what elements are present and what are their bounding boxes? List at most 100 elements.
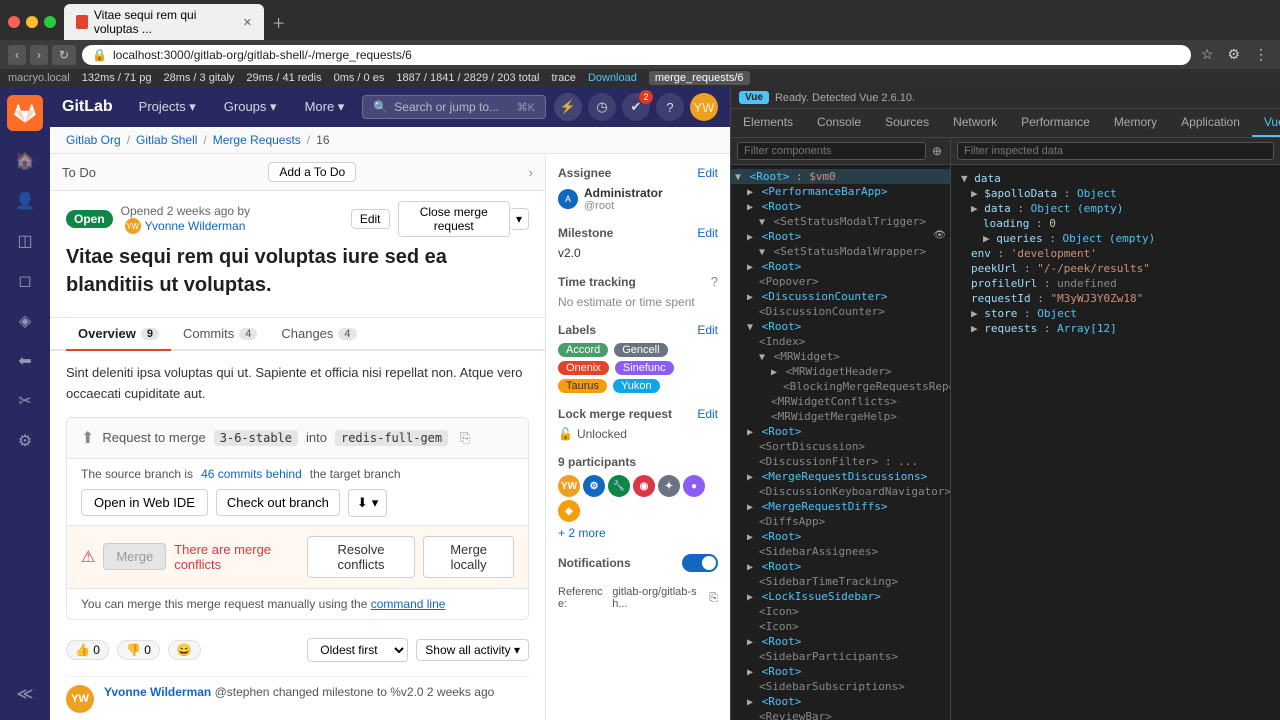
sidebar-nav-snippets[interactable]: ✂: [7, 383, 43, 419]
tree-node[interactable]: <MRWidgetMergeHelp>: [731, 409, 950, 424]
more-menu-btn[interactable]: More ▾: [295, 95, 355, 119]
devtools-tab-network[interactable]: Network: [941, 109, 1009, 137]
merge-btn[interactable]: Merge: [103, 543, 166, 570]
new-tab-btn[interactable]: ＋: [264, 9, 293, 36]
nav-help-icon[interactable]: ?: [656, 93, 684, 121]
tree-node[interactable]: ▼ <SetStatusModalWrapper>: [731, 244, 950, 259]
command-line-link[interactable]: command line: [371, 597, 446, 611]
tree-node[interactable]: ▶ <MRWidgetHeader>: [731, 364, 950, 379]
nav-todos-icon[interactable]: ✔ 2: [622, 93, 650, 121]
sidebar-nav-projects[interactable]: ◻: [7, 263, 43, 299]
tab-close-btn[interactable]: ✕: [243, 16, 252, 29]
breadcrumb-org[interactable]: Gitlab Org: [66, 133, 121, 147]
tree-node[interactable]: ▶ <Root>: [731, 634, 950, 649]
window-maximize[interactable]: [44, 16, 56, 28]
participant-avatar[interactable]: ⚙: [583, 475, 605, 497]
close-mr-dropdown-btn[interactable]: ▾: [510, 208, 529, 230]
breadcrumb-shell[interactable]: Gitlab Shell: [136, 133, 197, 147]
sidebar-nav-activity[interactable]: ◈: [7, 303, 43, 339]
label-yukon[interactable]: Yukon: [613, 379, 660, 393]
tree-node[interactable]: <Icon>: [731, 619, 950, 634]
bookmark-btn[interactable]: ☆: [1197, 44, 1218, 65]
tree-node[interactable]: ▶ <MergeRequestDiscussions>: [731, 469, 950, 484]
reload-btn[interactable]: ↻: [52, 45, 76, 65]
sidebar-nav-home[interactable]: 🏠: [7, 143, 43, 179]
merge-locally-btn[interactable]: Merge locally: [423, 536, 514, 578]
window-close[interactable]: [8, 16, 20, 28]
notifications-toggle[interactable]: [682, 554, 718, 572]
tree-node-root[interactable]: ▼ <Root> : $vm0: [731, 169, 950, 184]
sort-select[interactable]: Oldest first Newest first: [307, 638, 408, 662]
back-btn[interactable]: ‹: [8, 45, 26, 65]
tree-node[interactable]: <BlockingMergeRequestsReport>: [731, 379, 950, 394]
tree-node[interactable]: <Icon>: [731, 604, 950, 619]
projects-menu-btn[interactable]: Projects ▾: [129, 95, 206, 119]
tree-node[interactable]: ▶ <Root>: [731, 199, 950, 214]
forward-btn[interactable]: ›: [30, 45, 48, 65]
devtools-tab-application[interactable]: Application: [1169, 109, 1252, 137]
eye-icon[interactable]: 👁: [933, 230, 946, 241]
label-sinefunc[interactable]: Sinefunc: [615, 361, 674, 375]
nav-issues-icon[interactable]: ◷: [588, 93, 616, 121]
add-todo-btn[interactable]: Add a To Do: [268, 162, 356, 182]
sidebar-nav-profile[interactable]: 👤: [7, 183, 43, 219]
tree-node[interactable]: <Index>: [731, 334, 950, 349]
lock-edit-btn[interactable]: Edit: [697, 407, 718, 421]
tree-node[interactable]: ▼ <SetStatusModalTrigger>: [731, 214, 950, 229]
participant-avatar[interactable]: ◆: [558, 500, 580, 522]
participant-avatar[interactable]: ✦: [658, 475, 680, 497]
tab-overview[interactable]: Overview 9: [66, 318, 171, 351]
tree-node[interactable]: ▶ <Root>: [731, 694, 950, 709]
tree-node[interactable]: <DiscussionKeyboardNavigator>: [731, 484, 950, 499]
browser-tab-active[interactable]: Vitae sequi rem qui voluptas ... ✕: [64, 4, 264, 40]
label-accord[interactable]: Accord: [558, 343, 608, 357]
tree-node[interactable]: ▼ <Root>: [731, 319, 950, 334]
nav-merge-requests-icon[interactable]: ⚡: [554, 93, 582, 121]
tree-node[interactable]: <MRWidgetConflicts>: [731, 394, 950, 409]
tree-node[interactable]: ▶ <Root>: [731, 559, 950, 574]
tree-node[interactable]: ▶ <MergeRequestDiffs>: [731, 499, 950, 514]
resolve-conflicts-btn[interactable]: Resolve conflicts: [307, 536, 415, 578]
todo-arrow-icon[interactable]: ›: [529, 165, 533, 180]
copy-branch-icon[interactable]: ⎘: [460, 430, 470, 446]
tree-node[interactable]: <DiscussionCounter>: [731, 304, 950, 319]
label-taurus[interactable]: Taurus: [558, 379, 607, 393]
labels-edit-btn[interactable]: Edit: [697, 323, 718, 337]
devtools-tab-performance[interactable]: Performance: [1009, 109, 1102, 137]
tree-node[interactable]: <SortDiscussion>: [731, 439, 950, 454]
emoji-btn[interactable]: 😄: [168, 640, 201, 660]
close-mr-btn[interactable]: Close merge request: [398, 201, 510, 237]
assignee-edit-btn[interactable]: Edit: [697, 166, 718, 180]
devtools-tab-console[interactable]: Console: [805, 109, 873, 137]
participant-avatar[interactable]: YW: [558, 475, 580, 497]
milestone-edit-btn[interactable]: Edit: [697, 226, 718, 240]
more-participants-link[interactable]: + 2 more: [558, 526, 718, 540]
component-filter-btn[interactable]: ⊕: [930, 142, 944, 160]
tree-node[interactable]: ▶ <DiscussionCounter>: [731, 289, 950, 304]
sidebar-nav-groups[interactable]: ◫: [7, 223, 43, 259]
copy-reference-icon[interactable]: ⎘: [709, 592, 718, 605]
target-branch-badge[interactable]: redis-full-gem: [335, 430, 448, 446]
gitlab-logo[interactable]: [7, 95, 43, 131]
show-all-activity-btn[interactable]: Show all activity ▾: [416, 639, 529, 661]
activity-user[interactable]: Yvonne Wilderman: [104, 685, 211, 699]
groups-menu-btn[interactable]: Groups ▾: [214, 95, 287, 119]
tree-node[interactable]: <SidebarParticipants>: [731, 649, 950, 664]
component-filter-input[interactable]: [737, 142, 926, 160]
participant-avatar[interactable]: ◉: [633, 475, 655, 497]
devtools-tab-memory[interactable]: Memory: [1102, 109, 1169, 137]
mr-edit-btn[interactable]: Edit: [351, 209, 390, 229]
sidebar-nav-mr[interactable]: ⬅: [7, 343, 43, 379]
sidebar-nav-collapse[interactable]: ≪: [7, 676, 43, 712]
label-gencell[interactable]: Gencell: [614, 343, 667, 357]
participant-avatar[interactable]: 🔧: [608, 475, 630, 497]
search-bar[interactable]: 🔍 Search or jump to... ⌘K: [362, 95, 546, 119]
devtools-tab-elements[interactable]: Elements: [731, 109, 805, 137]
tree-node[interactable]: <SidebarSubscriptions>: [731, 679, 950, 694]
tree-node[interactable]: ▶ <Root> 👁: [731, 229, 950, 244]
tree-node[interactable]: ▶ <LockIssueSidebar>: [731, 589, 950, 604]
user-avatar-btn[interactable]: YW: [690, 93, 718, 121]
tree-node[interactable]: ▶ <Root>: [731, 664, 950, 679]
tree-node[interactable]: <ReviewBar>: [731, 709, 950, 720]
data-filter-input[interactable]: [957, 142, 1274, 160]
